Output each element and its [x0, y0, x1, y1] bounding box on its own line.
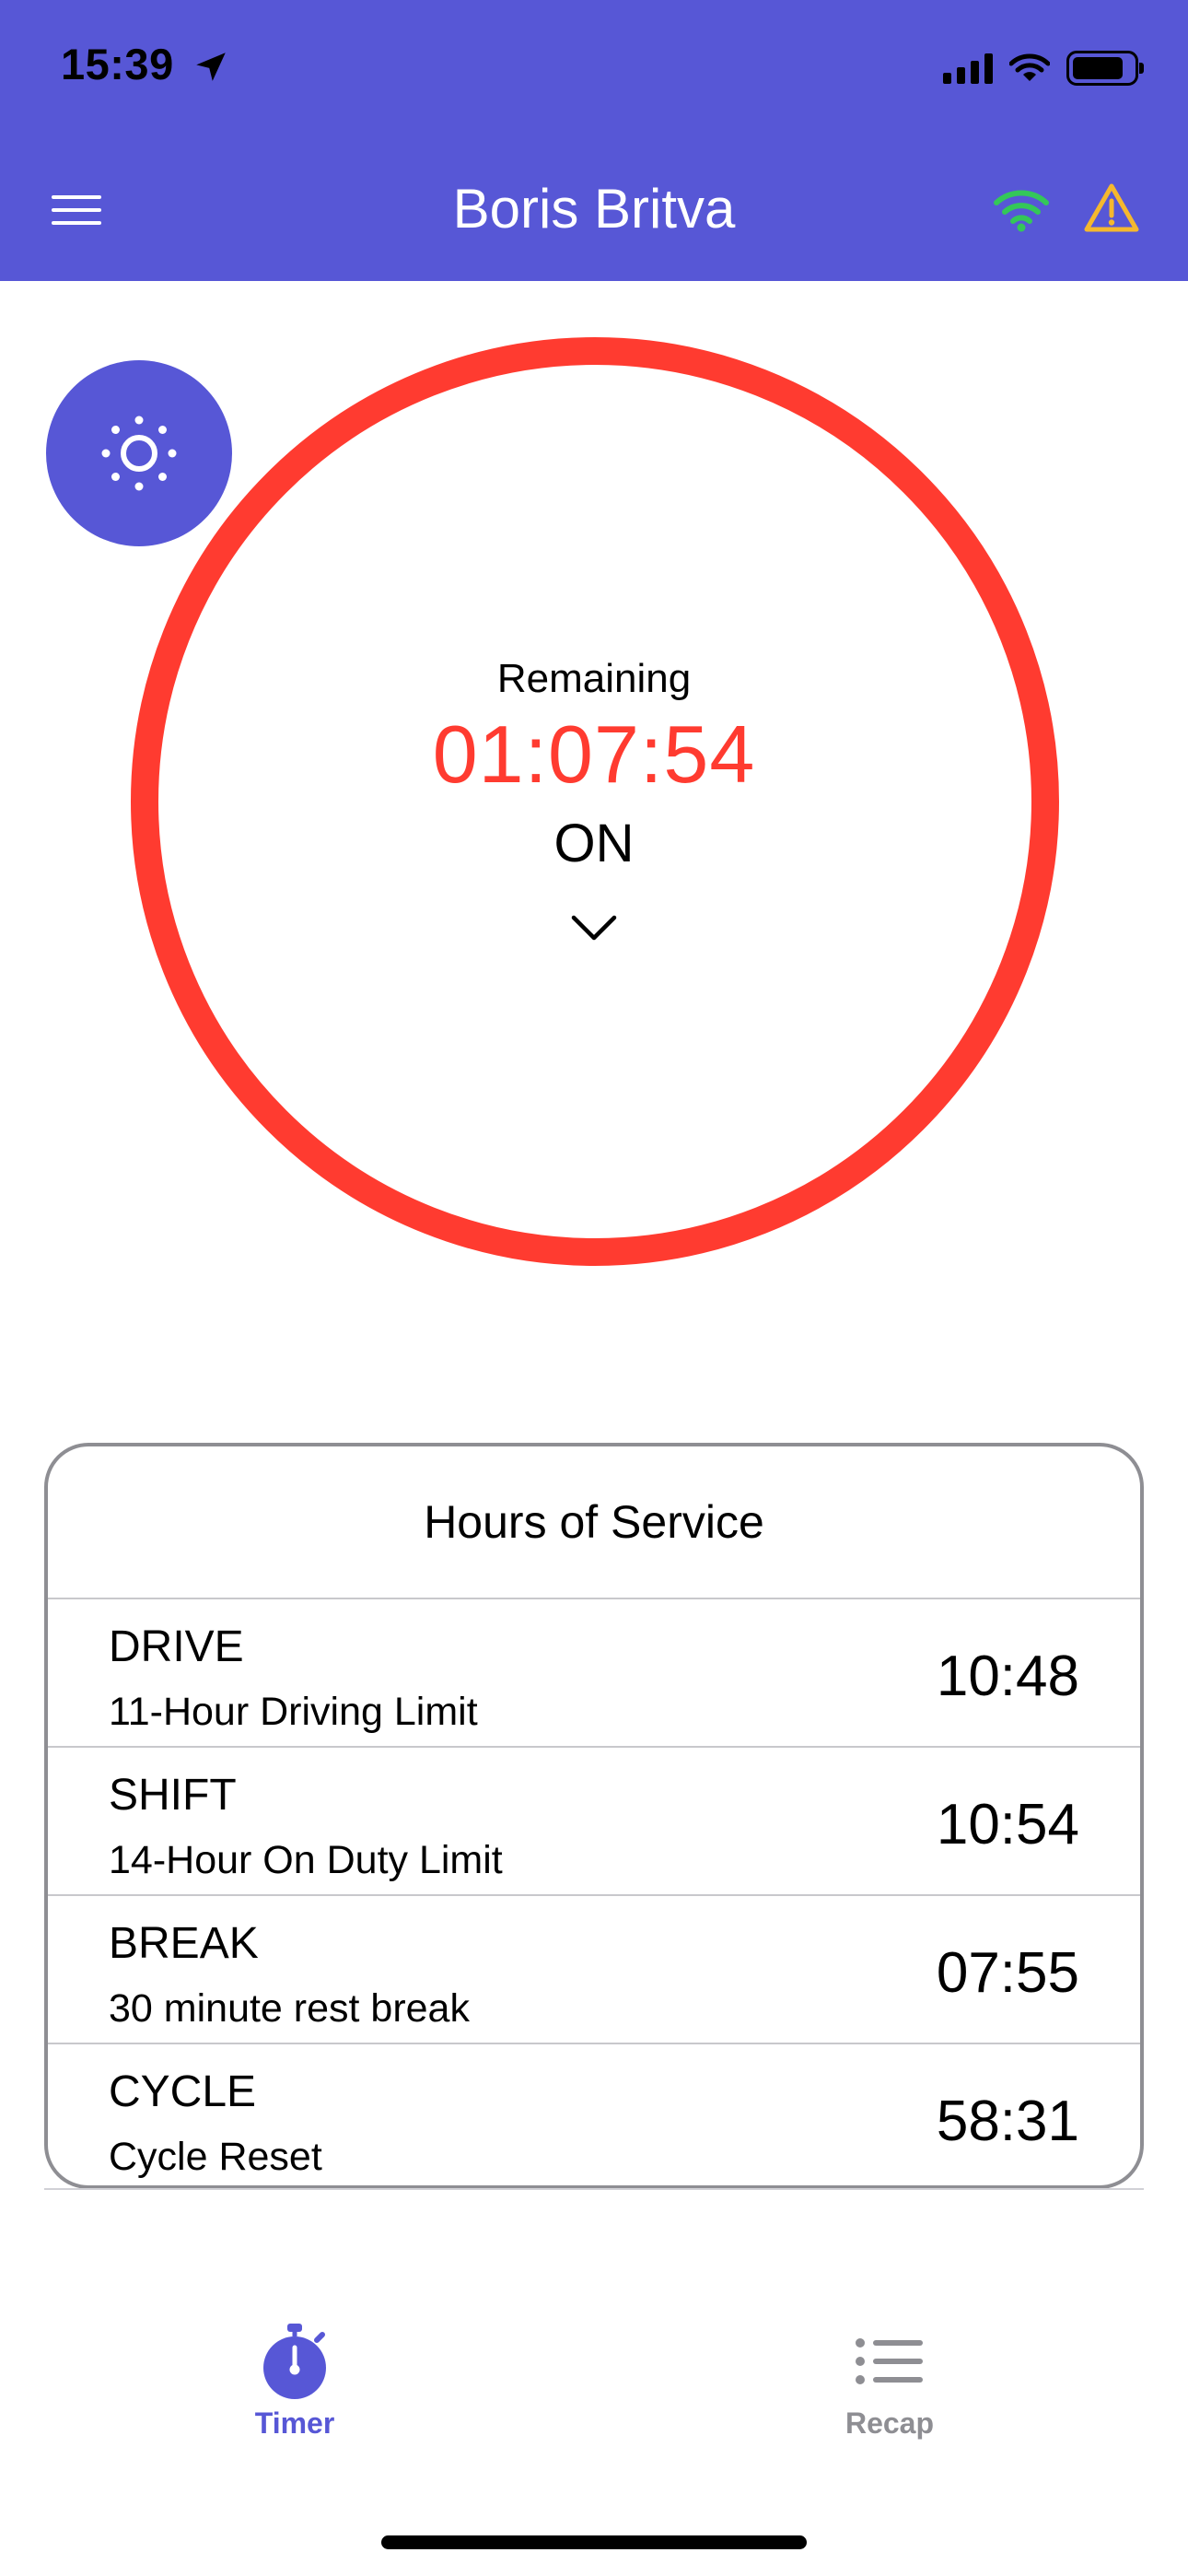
- hos-row-name: SHIFT: [109, 1771, 237, 1820]
- status-bar-time: 15:39: [61, 40, 174, 88]
- tab-label: Timer: [254, 2406, 335, 2440]
- timer-label: Remaining: [496, 656, 692, 701]
- divider: [44, 2188, 1144, 2190]
- hos-row-cycle[interactable]: CYCLE Cycle Reset 58:31: [48, 2044, 1140, 2185]
- brightness-icon: [101, 416, 177, 491]
- tab-bar: Timer Recap: [0, 2322, 1188, 2497]
- chevron-down-icon[interactable]: [569, 912, 619, 943]
- location-arrow-icon: [196, 53, 226, 81]
- tab-timer[interactable]: Timer: [157, 2322, 433, 2488]
- warning-triangle-icon[interactable]: [1083, 182, 1140, 234]
- timer-ring: [131, 337, 1059, 1266]
- app-header: 15:39 Boris Britva: [0, 0, 1188, 281]
- hos-row-value: 58:31: [936, 2090, 1079, 2153]
- stopwatch-icon: [263, 2324, 326, 2399]
- hos-row-name: CYCLE: [109, 2067, 257, 2116]
- hos-row-description: Cycle Reset: [109, 2135, 322, 2179]
- wifi-icon: [1009, 53, 1050, 84]
- card-title: Hours of Service: [48, 1446, 1140, 1599]
- hos-row-drive[interactable]: DRIVE 11-Hour Driving Limit 10:48: [48, 1599, 1140, 1748]
- cellular-signal-icon: [943, 53, 993, 84]
- hos-row-value: 10:54: [936, 1793, 1079, 1856]
- tab-label: Recap: [844, 2406, 935, 2440]
- hos-row-value: 07:55: [936, 1941, 1079, 2005]
- connection-wifi-icon[interactable]: [993, 186, 1050, 232]
- hos-row-description: 11-Hour Driving Limit: [109, 1690, 478, 1734]
- timer-remaining-value: 01:07:54: [432, 708, 756, 800]
- hours-of-service-card: Hours of Service DRIVE 11-Hour Driving L…: [44, 1443, 1144, 2189]
- hos-row-description: 30 minute rest break: [109, 1986, 470, 2031]
- hos-row-name: BREAK: [109, 1919, 259, 1968]
- tab-recap[interactable]: Recap: [751, 2322, 1028, 2488]
- hos-row-break[interactable]: BREAK 30 minute rest break 07:55: [48, 1896, 1140, 2044]
- hos-row-shift[interactable]: SHIFT 14-Hour On Duty Limit 10:54: [48, 1748, 1140, 1896]
- hos-row-name: DRIVE: [109, 1622, 244, 1671]
- hos-row-value: 10:48: [936, 1645, 1079, 1708]
- home-indicator[interactable]: [381, 2535, 807, 2549]
- status-bar-indicators: [943, 50, 1144, 87]
- battery-icon: [1066, 51, 1144, 86]
- duty-status[interactable]: ON: [0, 813, 1188, 874]
- hos-row-description: 14-Hour On Duty Limit: [109, 1838, 503, 1882]
- display-settings-button[interactable]: [46, 360, 232, 546]
- list-icon: [856, 2338, 923, 2384]
